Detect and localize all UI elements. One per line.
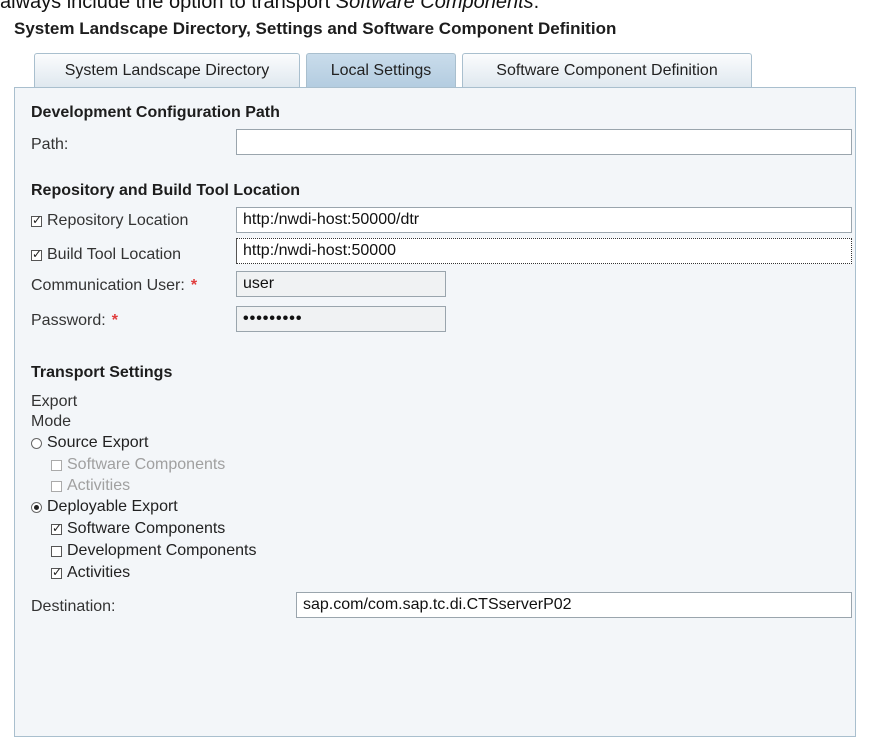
deployable-activities-option[interactable]: Activities	[51, 564, 130, 582]
source-export-radio[interactable]	[31, 437, 42, 449]
deployable-activities-checkbox[interactable]	[51, 565, 62, 579]
option-label: Activities	[67, 477, 131, 494]
intro-sentence: always include the option to transport S…	[0, 0, 539, 14]
deployable-export-label: Deployable Export	[47, 498, 178, 515]
repository-location-checkbox[interactable]	[31, 213, 42, 227]
password-input[interactable]: •••••••••	[236, 306, 446, 332]
tab-label: Local Settings	[330, 62, 432, 79]
source-activities-checkbox	[51, 480, 62, 492]
destination-input[interactable]: sap.com/com.sap.tc.di.CTSserverP02	[296, 592, 852, 618]
repository-location-label: Repository Location	[47, 212, 189, 229]
source-software-components-option: Software Components	[51, 456, 225, 474]
option-label: Activities	[67, 564, 131, 581]
export-label: Export	[31, 393, 78, 410]
mode-label: Mode	[31, 413, 72, 430]
repository-location-checkbox-row[interactable]: Repository Location	[31, 212, 188, 230]
deployable-software-components-checkbox[interactable]	[51, 521, 62, 535]
deployable-development-components-option[interactable]: Development Components	[51, 542, 256, 560]
option-label: Software Components	[67, 456, 226, 473]
required-marker: *	[111, 312, 118, 329]
dev-config-heading: Development Configuration Path	[31, 104, 280, 121]
source-activities-option: Activities	[51, 477, 130, 495]
build-tool-location-checkbox-row[interactable]: Build Tool Location	[31, 246, 181, 264]
deployable-export-radio[interactable]	[31, 501, 42, 513]
deployable-export-radio-row[interactable]: Deployable Export	[31, 498, 178, 516]
build-tool-location-input[interactable]: http:/nwdi-host:50000	[236, 238, 852, 264]
option-label: Development Components	[67, 542, 257, 559]
transport-heading: Transport Settings	[31, 364, 173, 381]
tab-software-component-definition[interactable]: Software Component Definition	[462, 53, 752, 87]
password-label-row: Password: *	[31, 312, 118, 330]
deployable-software-components-option[interactable]: Software Components	[51, 520, 225, 538]
tab-label: Software Component Definition	[496, 61, 718, 79]
build-tool-location-checkbox[interactable]	[31, 247, 42, 261]
intro-text: always include the option to transport	[0, 0, 331, 13]
build-tool-location-label: Build Tool Location	[47, 246, 182, 263]
option-label: Software Components	[67, 520, 226, 537]
communication-user-label-row: Communication User: *	[31, 277, 197, 295]
deployable-development-components-checkbox[interactable]	[51, 545, 62, 557]
source-export-radio-row[interactable]: Source Export	[31, 434, 148, 452]
intro-end: .	[533, 0, 540, 13]
repo-heading: Repository and Build Tool Location	[31, 182, 301, 199]
source-software-components-checkbox	[51, 459, 62, 471]
tab-label: System Landscape Directory	[64, 61, 270, 79]
tab-system-landscape-directory[interactable]: System Landscape Directory	[34, 53, 300, 87]
path-label: Path:	[31, 136, 69, 153]
source-export-label: Source Export	[47, 434, 149, 451]
password-label: Password:	[31, 312, 106, 329]
destination-label: Destination:	[31, 598, 116, 615]
tab-local-settings[interactable]: Local Settings	[306, 53, 456, 88]
path-input[interactable]	[236, 129, 852, 155]
communication-user-label: Communication User:	[31, 277, 185, 294]
required-marker: *	[190, 277, 198, 294]
communication-user-input[interactable]: user	[236, 271, 446, 297]
page-title: System Landscape Directory, Settings and…	[14, 19, 617, 38]
intro-italic: Software Components	[335, 0, 534, 13]
repository-location-input[interactable]: http:/nwdi-host:50000/dtr	[236, 207, 852, 233]
